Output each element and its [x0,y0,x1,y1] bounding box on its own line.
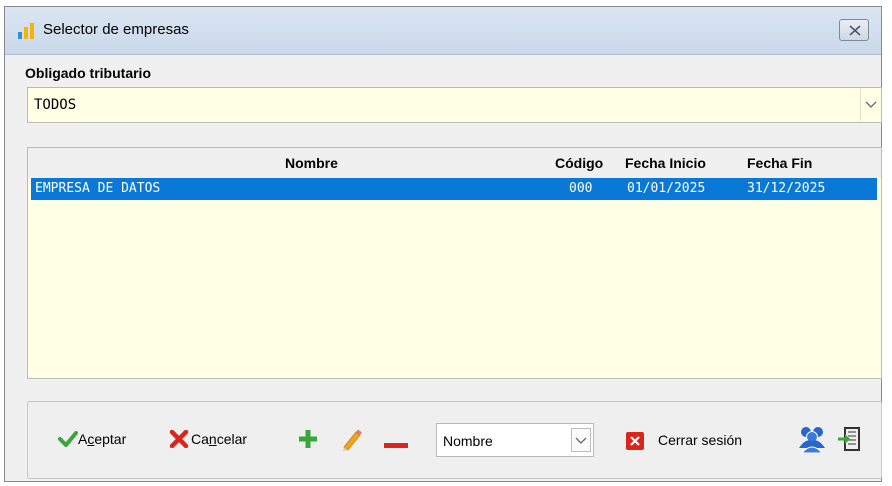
edit-pencil-icon [343,429,362,451]
users-button[interactable] [796,424,828,454]
cell-fecha-inicio: 01/01/2025 [627,181,706,196]
sort-field-value: Nombre [443,433,493,449]
obligado-combo[interactable]: TODOS [27,87,882,123]
remove-icon [384,443,408,448]
app-chart-icon [18,23,34,39]
logout-button[interactable]: Cerrar sesión [626,427,766,453]
exit-icon [838,427,860,451]
col-header-nombre[interactable]: Nombre [285,155,338,171]
close-icon [849,25,861,36]
window-title: Selector de empresas [43,21,189,38]
obligado-label: Obligado tributario [25,65,151,81]
close-square-icon [626,432,644,450]
obligado-value: TODOS [34,97,77,113]
accept-button[interactable]: Aceptar [58,426,148,452]
grid-header: Nombre Código Fecha Inicio Fecha Fin [28,148,881,178]
check-icon [58,431,78,447]
cancel-label: Cancelar [191,431,248,447]
cross-icon [169,430,189,448]
users-icon [799,427,825,454]
logout-label: Cerrar sesión [658,432,743,448]
cell-fecha-fin: 31/12/2025 [747,181,826,196]
cell-nombre: EMPRESA DE DATOS [35,181,161,196]
add-button[interactable] [297,428,319,450]
companies-grid[interactable]: Nombre Código Fecha Inicio Fecha Fin EMP… [27,147,882,379]
col-header-fecha-fin[interactable]: Fecha Fin [747,155,812,171]
select-dropdown-button[interactable] [571,428,591,452]
cell-codigo: 000 [569,181,593,196]
edit-button[interactable] [340,427,362,451]
title-bar: Selector de empresas [5,7,881,55]
bottom-toolbar: Aceptar Cancelar Nombre Cerrar sesión [27,401,882,479]
col-header-codigo[interactable]: Código [555,155,603,171]
accept-label: Aceptar [78,431,127,447]
remove-button[interactable] [384,436,408,448]
cancel-button[interactable]: Cancelar [169,426,267,452]
col-header-fecha-inicio[interactable]: Fecha Inicio [625,155,706,171]
chevron-down-icon [575,437,587,444]
table-row[interactable]: EMPRESA DE DATOS 000 01/01/2025 31/12/20… [31,178,877,200]
company-selector-window: Selector de empresas Obligado tributario… [4,6,882,482]
add-icon [299,430,317,448]
exit-button[interactable] [836,426,862,452]
chevron-down-icon [865,101,877,108]
combo-dropdown-button[interactable] [860,89,880,121]
sort-field-select[interactable]: Nombre [436,423,594,457]
close-button[interactable] [839,19,869,41]
